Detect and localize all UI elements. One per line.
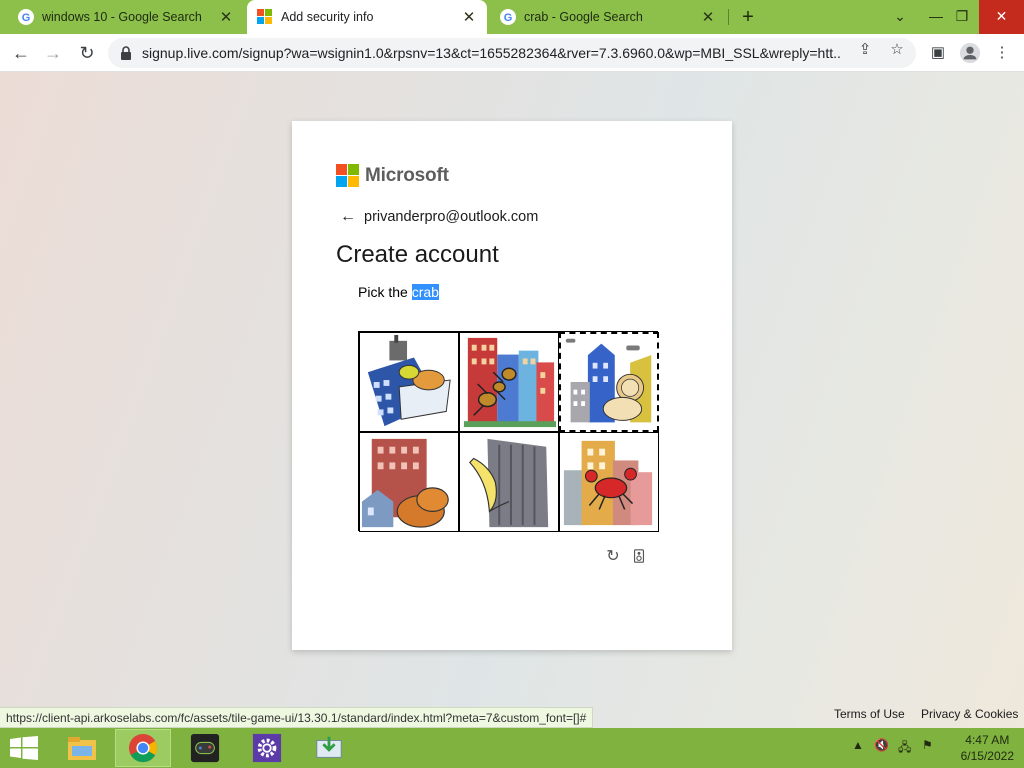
tray-overflow-chevron-icon[interactable]: ▲ (852, 738, 864, 752)
page-title: Create account (336, 241, 499, 268)
action-center-icon[interactable]: ⚑ (922, 738, 933, 752)
side-panel-icon[interactable]: ▣ (926, 41, 950, 65)
close-icon[interactable]: ✕ (700, 8, 716, 26)
tab-windows10-search[interactable]: G windows 10 - Google Search ✕ (8, 0, 244, 34)
close-icon[interactable]: ✕ (218, 8, 234, 26)
bookmark-star-icon[interactable]: ☆ (888, 41, 906, 59)
captcha-tile-bread[interactable] (359, 432, 459, 532)
crab-with-buildings-image (563, 440, 653, 526)
instruction-target: crab (411, 284, 439, 300)
profile-avatar-icon[interactable] (958, 41, 982, 65)
address-bar[interactable]: signup.live.com/signup?wa=wsignin1.0&rps… (108, 38, 916, 68)
taskbar-game-app[interactable] (177, 729, 233, 767)
browser-toolbar: ← → ↻ signup.live.com/signup?wa=wsignin1… (0, 34, 1024, 72)
google-icon: G (500, 9, 516, 25)
signup-card: Microsoft ← privanderpro@outlook.com Cre… (292, 121, 732, 650)
taskbar-file-explorer[interactable] (54, 729, 110, 767)
taskbar-chrome[interactable] (115, 729, 171, 767)
bird-on-building-image (367, 334, 451, 427)
share-icon[interactable]: ⇪ (856, 41, 874, 59)
windows-start-icon[interactable] (10, 736, 38, 760)
tab-divider (728, 9, 729, 25)
ant-on-buildings-image (463, 337, 557, 428)
volume-muted-icon[interactable]: 🔇 (874, 738, 889, 752)
clock-time: 4:47 AM (965, 733, 1010, 747)
brand-name: Microsoft (365, 164, 449, 186)
microsoft-logo: Microsoft (336, 164, 449, 187)
captcha-tile-bird[interactable] (359, 332, 459, 432)
captcha-tile-ant[interactable] (459, 332, 559, 432)
restore-icon[interactable]: ❐ (946, 0, 978, 34)
tab-crab-search[interactable]: G crab - Google Search ✕ (490, 0, 726, 34)
microsoft-logo-icon (336, 164, 359, 187)
taskbar-settings[interactable] (239, 729, 295, 767)
privacy-cookies-link[interactable]: Privacy & Cookies (921, 707, 1018, 721)
network-icon[interactable]: 🖧 (898, 738, 911, 759)
tab-label: crab - Google Search (524, 10, 643, 24)
terms-of-use-link[interactable]: Terms of Use (834, 707, 905, 721)
tab-label: Add security info (281, 10, 374, 24)
back-arrow-icon[interactable]: ← (340, 208, 356, 226)
bread-with-buildings-image (361, 438, 449, 528)
tab-label: windows 10 - Google Search (42, 10, 202, 24)
lion-with-buildings-image (565, 338, 652, 423)
download-icon (316, 736, 342, 758)
tab-search-chevron-icon[interactable]: ⌄ (884, 0, 916, 34)
captcha-instruction: Pick the crab (358, 284, 439, 300)
back-arrow-icon[interactable]: ← (8, 40, 34, 66)
window-close-icon[interactable]: ✕ (979, 0, 1024, 34)
identity-banner[interactable]: ← privanderpro@outlook.com (340, 208, 538, 226)
folder-icon (68, 737, 96, 760)
google-icon: G (18, 9, 34, 25)
captcha-tile-banana[interactable] (459, 432, 559, 532)
tab-strip: G windows 10 - Google Search ✕ Add secur… (0, 0, 1024, 34)
lock-icon (121, 46, 131, 60)
url-text: signup.live.com/signup?wa=wsignin1.0&rps… (142, 45, 842, 61)
svg-text:G: G (504, 12, 513, 24)
taskbar-installer[interactable] (301, 729, 357, 767)
system-clock[interactable]: 4:47 AM 6/15/2022 (961, 732, 1014, 764)
refresh-puzzle-icon[interactable]: ↻ (604, 548, 622, 566)
clock-date: 6/15/2022 (960, 749, 1014, 763)
gamepad-icon (190, 733, 220, 763)
gear-icon (252, 733, 282, 763)
microsoft-icon (257, 9, 273, 25)
chrome-icon (128, 733, 158, 763)
status-bubble: https://client-api.arkoselabs.com/fc/ass… (0, 707, 594, 728)
windows-taskbar: ▲ 🔇 🖧 ⚑ 4:47 AM 6/15/2022 (0, 728, 1024, 768)
new-tab-button[interactable]: + (736, 5, 760, 29)
instruction-prefix: Pick the (358, 284, 408, 300)
close-icon[interactable]: ✕ (461, 8, 477, 26)
svg-text:G: G (22, 12, 31, 24)
menu-kebab-icon[interactable]: ⋮ (990, 41, 1014, 65)
page-content: Microsoft ← privanderpro@outlook.com Cre… (0, 72, 1024, 728)
captcha-tile-lion[interactable] (559, 332, 659, 432)
captcha-tile-grid (358, 331, 659, 532)
captcha-tile-crab[interactable] (559, 432, 659, 532)
account-email: privanderpro@outlook.com (364, 209, 539, 225)
reload-icon[interactable]: ↻ (74, 40, 100, 66)
tab-add-security-info[interactable]: Add security info ✕ (247, 0, 487, 34)
forward-arrow-icon[interactable]: → (40, 40, 66, 66)
banana-with-building-image (468, 438, 549, 528)
audio-challenge-icon[interactable] (630, 548, 648, 566)
